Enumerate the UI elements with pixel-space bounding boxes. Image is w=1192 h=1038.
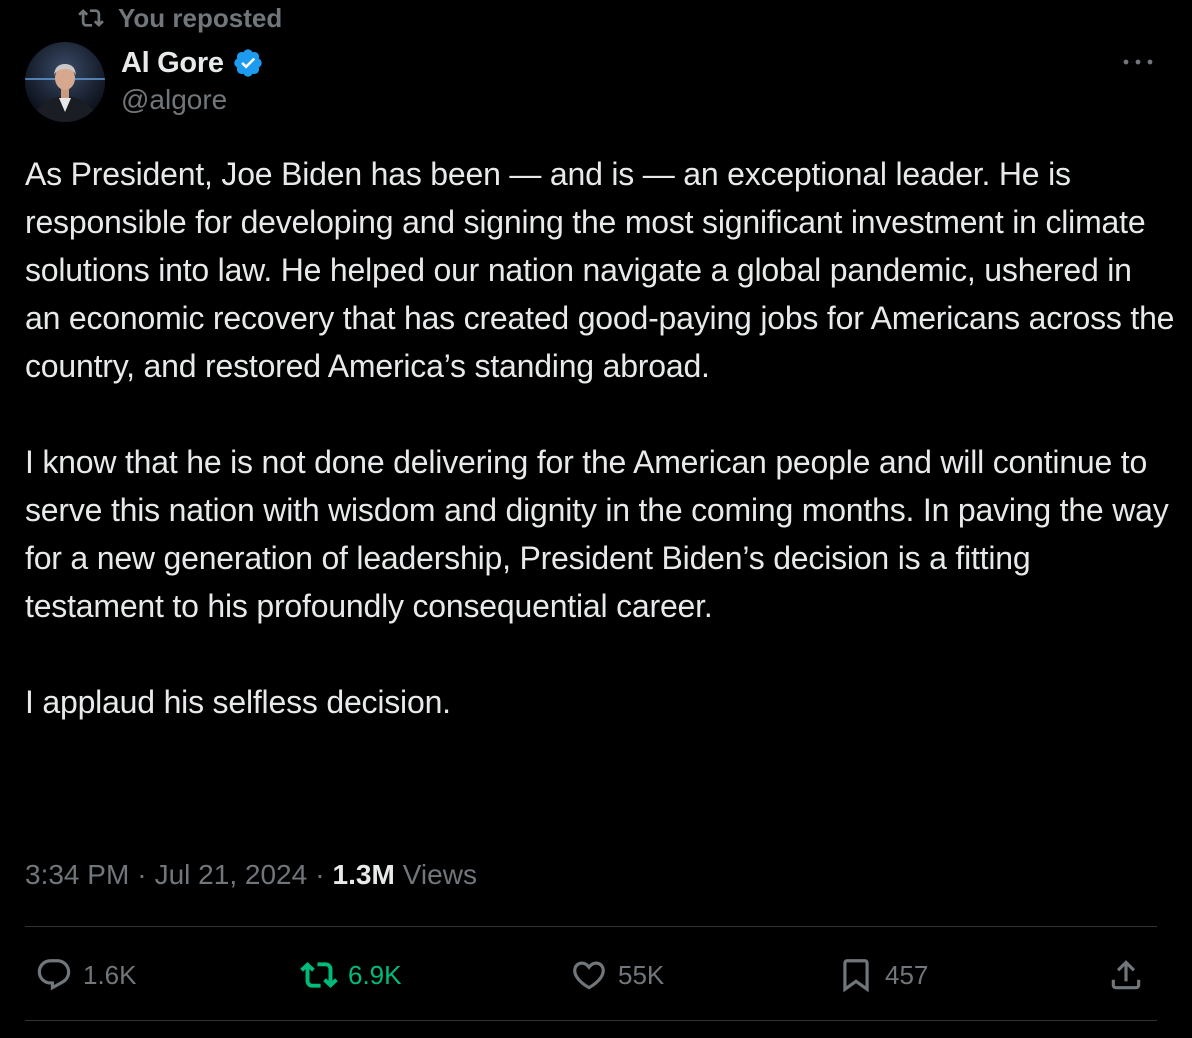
tweet-meta: 3:34 PM · Jul 21, 2024 · 1.3M Views (25, 855, 477, 895)
reply-button[interactable]: 1.6K (35, 935, 137, 1015)
share-icon (1111, 960, 1141, 990)
tweet-time[interactable]: 3:34 PM (25, 859, 129, 891)
repost-count: 6.9K (348, 959, 402, 990)
divider-top (25, 926, 1157, 927)
bookmark-count: 457 (885, 959, 929, 990)
tweet-date[interactable]: Jul 21, 2024 (155, 859, 308, 891)
bookmark-icon (843, 959, 869, 993)
avatar[interactable] (25, 42, 105, 122)
reply-icon (37, 959, 71, 991)
more-options-button[interactable] (1118, 46, 1158, 78)
like-button[interactable]: 55K (570, 935, 664, 1015)
divider-bottom (25, 1020, 1157, 1021)
repost-label: You reposted (118, 2, 283, 33)
share-button[interactable] (1107, 935, 1145, 1015)
repost-button[interactable]: 6.9K (300, 935, 402, 1015)
like-count: 55K (618, 959, 665, 990)
heart-icon (573, 961, 605, 990)
separator-dot: · (137, 859, 147, 890)
author-display-name[interactable]: Al Gore (121, 47, 224, 80)
action-bar: 1.6K 6.9K 55K 457 (25, 935, 1157, 1015)
repost-context[interactable]: You reposted (78, 2, 282, 34)
repost-icon (300, 962, 338, 988)
tweet-text: As President, Joe Biden has been — and i… (25, 150, 1175, 726)
author-block: Al Gore @algore (121, 44, 264, 116)
bookmark-button[interactable]: 457 (837, 935, 928, 1015)
more-dots-icon (1123, 59, 1153, 65)
tweet-card: You reposted Al Gore @algore As Presiden… (0, 0, 1192, 1038)
repost-icon (78, 9, 104, 27)
author-handle[interactable]: @algore (121, 84, 264, 116)
profile-photo (25, 42, 105, 122)
views-label: Views (402, 859, 477, 890)
tweet-paragraph: I applaud his selfless decision. (25, 684, 451, 720)
tweet-paragraph: I know that he is not done delivering fo… (25, 444, 1169, 624)
separator-dot: · (315, 859, 325, 890)
reply-count: 1.6K (83, 959, 137, 990)
author-name-row: Al Gore (121, 44, 264, 82)
tweet-paragraph: As President, Joe Biden has been — and i… (25, 156, 1175, 384)
verified-badge-icon[interactable] (232, 47, 264, 79)
views-count[interactable]: 1.3M (333, 859, 395, 891)
